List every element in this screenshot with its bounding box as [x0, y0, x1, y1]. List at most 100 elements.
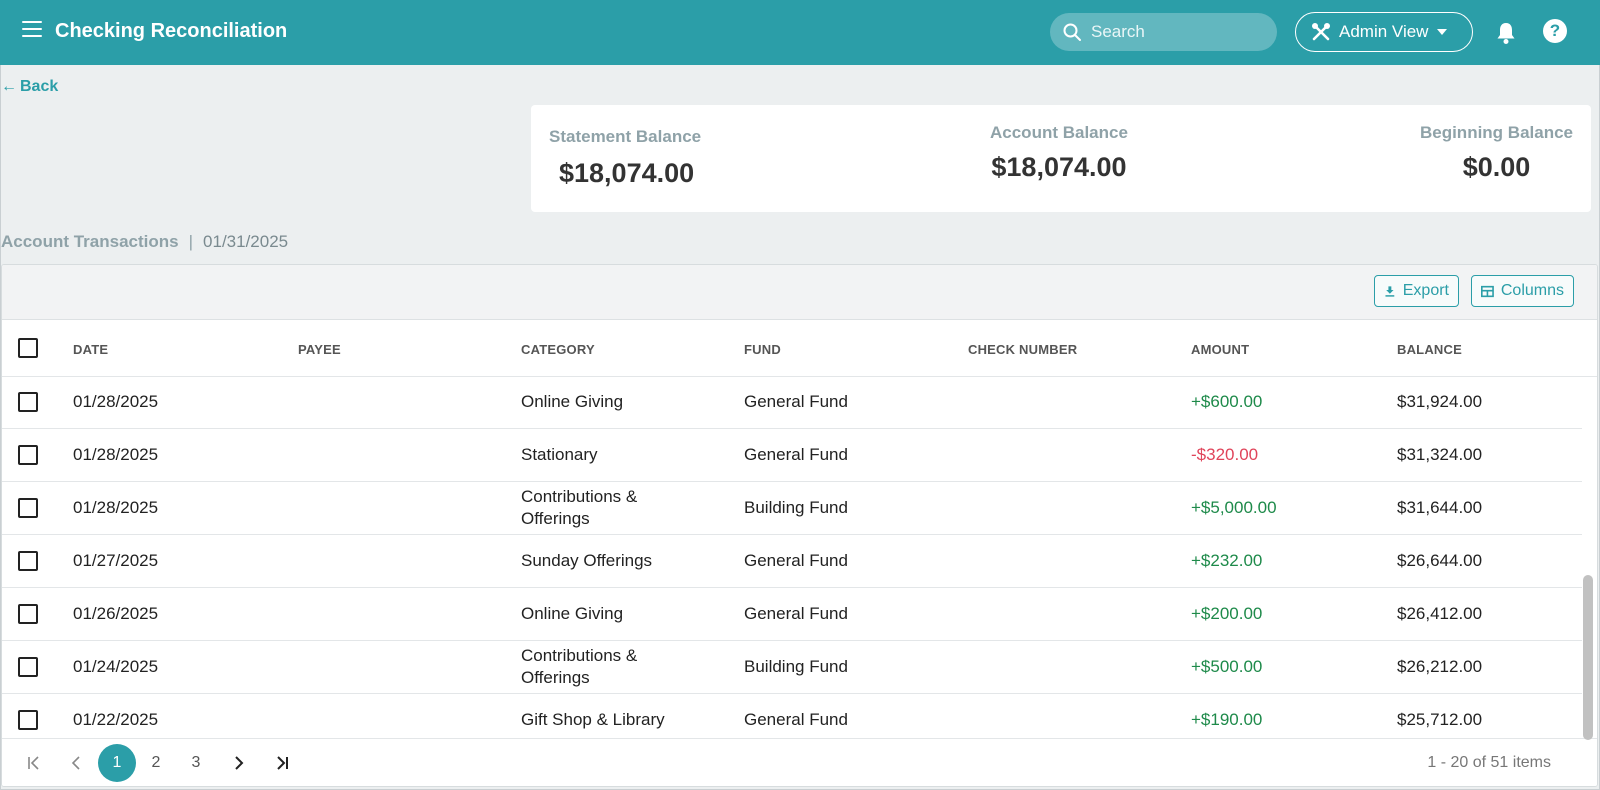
section-heading: Account Transactions | 01/31/2025: [1, 232, 288, 252]
row-checkbox[interactable]: [18, 392, 38, 412]
admin-view-label: Admin View: [1339, 22, 1429, 41]
hamburger-menu-icon[interactable]: [22, 21, 42, 39]
cell-fund: General Fund: [744, 604, 848, 623]
cell-category-line: Contributions &: [521, 487, 638, 506]
page-button-1[interactable]: 1: [98, 744, 136, 782]
cell-category-line: Sunday Offerings: [521, 551, 653, 570]
page-button-2[interactable]: 2: [144, 739, 168, 786]
row-checkbox[interactable]: [18, 498, 38, 518]
section-separator: |: [188, 232, 194, 251]
cell-date: 01/26/2025: [73, 604, 159, 623]
row-checkbox[interactable]: [18, 445, 38, 465]
cell-category: Online Giving: [521, 391, 623, 413]
section-date: 01/31/2025: [203, 232, 289, 251]
export-button[interactable]: Export: [1374, 275, 1459, 307]
cell-balance: $31,324.00: [1397, 445, 1483, 464]
cell-date: 01/27/2025: [73, 551, 159, 570]
cell-fund: General Fund: [744, 710, 848, 729]
top-bar: Checking Reconciliation Admin View ?: [0, 0, 1600, 65]
last-page-icon[interactable]: [270, 739, 294, 786]
previous-page-icon[interactable]: [65, 739, 89, 786]
pagination-bar: 1 2 3 1 - 20 of 51 items: [2, 738, 1597, 786]
table-row[interactable]: 01/28/2025 Stationary General Fund -$320.00…: [2, 429, 1582, 482]
column-header-category[interactable]: CATEGORY: [521, 342, 595, 357]
back-link[interactable]: ← Back: [1, 78, 58, 96]
row-checkbox[interactable]: [18, 657, 38, 677]
grid-toolbar: Export Columns: [2, 265, 1597, 320]
cell-amount: +$190.00: [1191, 710, 1263, 729]
help-icon[interactable]: ?: [1543, 19, 1567, 43]
column-header-payee[interactable]: PAYEE: [298, 342, 341, 357]
column-header-fund[interactable]: FUND: [744, 342, 781, 357]
beginning-balance-label: Beginning Balance: [1419, 123, 1573, 142]
column-header-date[interactable]: DATE: [73, 342, 108, 357]
cell-fund: General Fund: [744, 392, 848, 411]
cell-category-line: Offerings: [521, 509, 590, 528]
table-columns-icon: [1481, 285, 1494, 297]
cell-balance: $31,644.00: [1397, 498, 1483, 517]
row-checkbox[interactable]: [18, 710, 38, 730]
statement-balance: Statement Balance $18,074.00: [549, 127, 701, 189]
cell-fund: Building Fund: [744, 498, 848, 517]
table-row[interactable]: 01/28/2025 Online Giving General Fund +$600…: [2, 377, 1582, 429]
cell-fund: General Fund: [744, 445, 848, 464]
cell-date: 01/28/2025: [73, 498, 159, 517]
row-checkbox[interactable]: [18, 604, 38, 624]
row-checkbox[interactable]: [18, 551, 38, 571]
page-button-3[interactable]: 3: [184, 739, 208, 786]
cell-date: 01/24/2025: [73, 657, 159, 676]
search-input[interactable]: [1091, 22, 1271, 42]
section-title: Account Transactions: [1, 232, 179, 251]
cell-date: 01/22/2025: [73, 710, 159, 729]
column-header-check-number[interactable]: CHECK NUMBER: [968, 342, 1077, 357]
column-header-balance[interactable]: BALANCE: [1397, 342, 1462, 357]
cell-balance: $26,644.00: [1397, 551, 1483, 570]
cell-category: Sunday Offerings: [521, 550, 652, 572]
cell-date: 01/28/2025: [73, 392, 159, 411]
cell-balance: $25,712.00: [1397, 710, 1483, 729]
cell-category-line: Online Giving: [521, 392, 624, 411]
cell-category: Gift Shop & Library: [521, 709, 665, 731]
app-title: Checking Reconciliation: [55, 20, 288, 42]
beginning-balance: Beginning Balance $0.00: [1420, 123, 1573, 183]
table-header: DATE PAYEE CATEGORY FUND CHECK NUMBER AM…: [2, 320, 1597, 377]
balance-summary-card: Statement Balance $18,074.00 Account Bal…: [531, 105, 1591, 212]
cell-category: Contributions & Offerings: [521, 645, 637, 689]
vertical-scrollbar[interactable]: [1583, 575, 1593, 740]
tools-icon: [1311, 22, 1331, 42]
account-balance: Account Balance $18,074.00: [990, 123, 1128, 183]
column-header-amount[interactable]: AMOUNT: [1191, 342, 1249, 357]
first-page-icon[interactable]: [22, 739, 46, 786]
cell-fund: Building Fund: [744, 657, 848, 676]
arrow-left-icon: ←: [1, 78, 17, 95]
cell-amount: +$500.00: [1191, 657, 1263, 676]
search-icon: [1063, 23, 1081, 41]
search-box[interactable]: [1050, 13, 1277, 51]
cell-fund: General Fund: [744, 551, 848, 570]
columns-button[interactable]: Columns: [1471, 275, 1574, 307]
cell-amount: -$320.00: [1191, 445, 1259, 464]
bell-icon[interactable]: [1495, 21, 1517, 45]
table-row[interactable]: 01/28/2025 Contributions & Offerings Buildi…: [2, 482, 1582, 535]
cell-amount: +$200.00: [1191, 604, 1263, 623]
table-row[interactable]: 01/24/2025 Contributions & Offerings Buildi…: [2, 641, 1582, 694]
table-row[interactable]: 01/26/2025 Online Giving General Fund +$200…: [2, 588, 1582, 641]
admin-view-button[interactable]: Admin View: [1295, 12, 1473, 52]
table-row[interactable]: 01/27/2025 Sunday Offerings General Fund +$…: [2, 535, 1582, 588]
table-row[interactable]: 01/22/2025 Gift Shop & Library General Fun…: [2, 694, 1582, 739]
cell-amount: +$5,000.00: [1191, 498, 1277, 517]
cell-category-line: Offerings: [521, 668, 590, 687]
select-all-checkbox[interactable]: [18, 338, 38, 358]
transactions-grid: Export Columns DATE PAYEE CATEGORY FUND …: [1, 264, 1598, 787]
cell-balance: $26,212.00: [1397, 657, 1483, 676]
cell-category: Online Giving: [521, 603, 623, 625]
back-label: Back: [20, 78, 59, 95]
cell-category-line: Contributions &: [521, 646, 638, 665]
next-page-icon[interactable]: [226, 739, 250, 786]
cell-category-line: Gift Shop & Library: [521, 710, 665, 729]
pagination-info: 1 - 20 of 51 items: [1427, 754, 1551, 771]
cell-category: Contributions & Offerings: [521, 486, 637, 530]
export-label: Export: [1402, 282, 1449, 299]
cell-balance: $26,412.00: [1397, 604, 1483, 623]
account-balance-value: $18,074.00: [991, 152, 1127, 182]
